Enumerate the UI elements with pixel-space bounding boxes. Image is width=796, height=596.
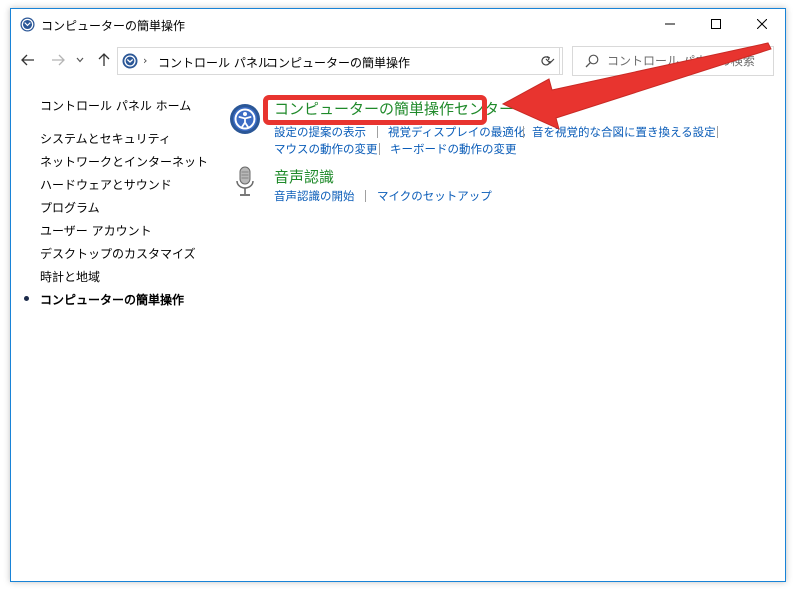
sidebar-item-clock-region[interactable]: 時計と地域 bbox=[40, 268, 100, 285]
sidebar-item-label: コンピューターの簡単操作 bbox=[40, 293, 185, 307]
link-optimize-visual-display[interactable]: 視覚ディスプレイの最適化 bbox=[388, 124, 525, 140]
recent-locations-button[interactable] bbox=[72, 49, 88, 71]
sidebar-item-hardware-sound[interactable]: ハードウェアとサウンド bbox=[40, 176, 172, 193]
forward-button[interactable] bbox=[47, 49, 69, 71]
link-view-suggested-settings[interactable]: 設定の提案の表示 bbox=[274, 124, 366, 140]
breadcrumb-ease-of-access[interactable]: コンピューターの簡単操作 bbox=[266, 54, 410, 71]
navigation-bar: › コントロール パネル › コンピューターの簡単操作 bbox=[11, 45, 785, 76]
annotation-highlight-box bbox=[263, 95, 487, 125]
ease-of-access-icon bbox=[230, 104, 260, 134]
category-title-speech-recognition[interactable]: 音声認識 bbox=[274, 166, 334, 187]
selected-bullet-icon bbox=[24, 296, 29, 301]
breadcrumb-separator-icon: › bbox=[252, 54, 257, 67]
microphone-icon bbox=[236, 166, 254, 196]
link-setup-microphone[interactable]: マイクのセットアップ bbox=[377, 188, 492, 204]
link-change-mouse-settings[interactable]: マウスの動作の変更 bbox=[274, 141, 378, 157]
window-title: コンピューターの簡単操作 bbox=[41, 19, 186, 33]
maximize-icon bbox=[711, 19, 721, 29]
control-panel-icon bbox=[122, 53, 138, 69]
minimize-button[interactable] bbox=[647, 9, 693, 39]
address-bar[interactable]: › コントロール パネル › コンピューターの簡単操作 bbox=[117, 47, 563, 75]
sidebar-item-desktop-customization[interactable]: デスクトップのカスタマイズ bbox=[40, 245, 196, 262]
back-button[interactable] bbox=[17, 49, 39, 71]
close-icon bbox=[757, 19, 767, 29]
refresh-button[interactable] bbox=[532, 47, 560, 75]
chevron-down-icon bbox=[76, 57, 84, 63]
link-separator bbox=[717, 126, 718, 138]
link-separator bbox=[365, 190, 366, 202]
link-change-keyboard-settings[interactable]: キーボードの動作の変更 bbox=[390, 141, 517, 157]
sidebar-item-programs[interactable]: プログラム bbox=[40, 199, 100, 216]
arrow-left-icon bbox=[21, 54, 34, 66]
arrow-up-icon bbox=[98, 53, 110, 66]
search-input[interactable] bbox=[607, 52, 767, 70]
maximize-button[interactable] bbox=[693, 9, 739, 39]
breadcrumb-separator-icon: › bbox=[143, 54, 148, 67]
control-panel-window: コンピューターの簡単操作 › コントロール パネル › コンピューターの簡単操作… bbox=[10, 8, 786, 582]
minimize-icon bbox=[665, 23, 675, 25]
link-start-speech-recognition[interactable]: 音声認識の開始 bbox=[274, 188, 355, 204]
sidebar-item-network-internet[interactable]: ネットワークとインターネット bbox=[40, 153, 208, 170]
ease-of-access-small-icon bbox=[20, 17, 35, 32]
search-box[interactable] bbox=[572, 46, 774, 76]
link-separator bbox=[379, 143, 380, 155]
close-button[interactable] bbox=[739, 9, 785, 39]
sidebar-home-link[interactable]: コントロール パネル ホーム bbox=[40, 97, 191, 114]
sidebar-item-system-security[interactable]: システムとセキュリティ bbox=[40, 130, 171, 147]
refresh-icon bbox=[540, 55, 551, 66]
search-icon bbox=[585, 54, 599, 68]
up-button[interactable] bbox=[93, 49, 115, 71]
sidebar-item-user-accounts[interactable]: ユーザー アカウント bbox=[40, 222, 152, 239]
title-bar[interactable]: コンピューターの簡単操作 bbox=[11, 9, 785, 39]
link-separator bbox=[377, 126, 378, 138]
link-replace-sounds-visual-cues[interactable]: 音を視覚的な合図に置き換える設定 bbox=[532, 124, 716, 140]
arrow-right-icon bbox=[52, 54, 65, 66]
link-separator bbox=[523, 126, 524, 138]
sidebar-item-ease-of-access[interactable]: コンピューターの簡単操作 bbox=[24, 291, 185, 308]
